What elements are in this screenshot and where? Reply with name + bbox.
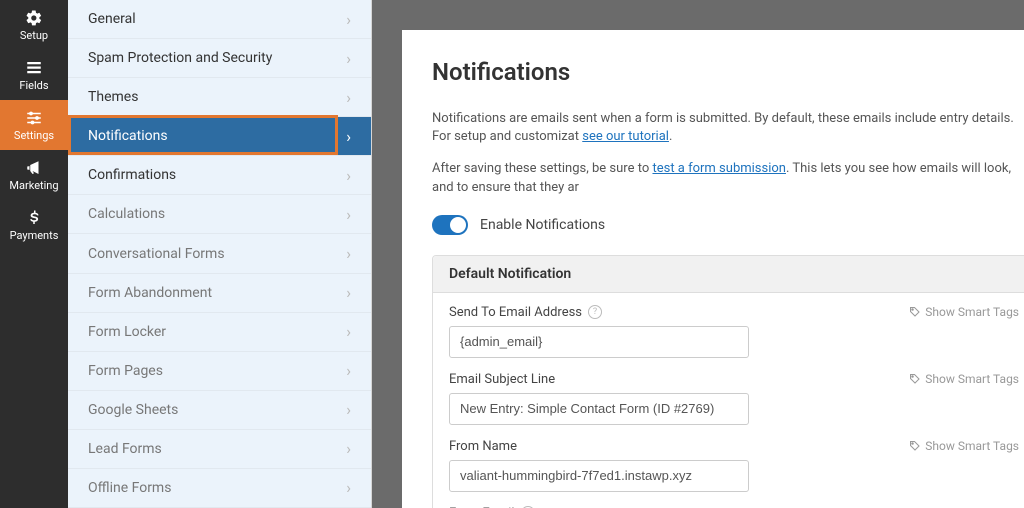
chevron-right-icon: › [346,88,351,107]
sidebar-item-label: General [88,11,136,27]
tag-icon [909,306,921,318]
iconbar-label: Marketing [9,179,58,192]
gear-icon [25,9,43,27]
smart-tags-button[interactable]: Show Smart Tags [909,372,1019,386]
sidebar-item-label: Form Abandonment [88,285,212,301]
settings-sidebar: General › Spam Protection and Security › T… [68,0,372,508]
dollar-icon [25,209,43,227]
send-to-input[interactable] [449,326,749,358]
sidebar-item-general[interactable]: General › [68,0,371,39]
main-content: Notifications Notifications are emails s… [402,30,1024,508]
subject-input[interactable] [449,393,749,425]
chevron-right-icon: › [346,10,351,29]
bullhorn-icon [25,159,43,177]
sidebar-item-spam[interactable]: Spam Protection and Security › [68,39,371,78]
tutorial-link[interactable]: see our tutorial [582,129,669,144]
iconbar-payments[interactable]: Payments [0,200,68,250]
sidebar-item-label: Conversational Forms [88,246,225,262]
sidebar-item-google-sheets[interactable]: Google Sheets › [68,391,371,430]
sidebar-item-offline-forms[interactable]: Offline Forms › [68,469,371,508]
iconbar-label: Setup [20,29,48,42]
sidebar-item-label: Lead Forms [88,441,162,457]
field-label: Send To Email Address [449,305,582,320]
sidebar-item-label: Offline Forms [88,480,171,496]
sidebar-item-calculations[interactable]: Calculations › [68,195,371,234]
sidebar-item-themes[interactable]: Themes › [68,78,371,117]
iconbar-setup[interactable]: Setup [0,0,68,50]
desc-2: After saving these settings, be sure to … [432,160,1024,196]
desc-1: Notifications are emails sent when a for… [432,110,1024,146]
iconbar-label: Settings [14,129,54,142]
sidebar-item-notifications[interactable]: Notifications › [68,117,371,156]
test-submission-link[interactable]: test a form submission [652,161,786,176]
sidebar-item-form-abandon[interactable]: Form Abandonment › [68,274,371,313]
sidebar-item-label: Form Pages [88,363,163,379]
sidebar-item-label: Calculations [88,206,165,222]
sidebar-item-form-locker[interactable]: Form Locker › [68,313,371,352]
tag-icon [909,440,921,452]
chevron-right-icon: › [346,205,351,224]
field-label: From Name [449,439,517,454]
chevron-right-icon: › [346,244,351,263]
sidebar-item-form-pages[interactable]: Form Pages › [68,352,371,391]
field-label: Email Subject Line [449,372,555,387]
page-title: Notifications [432,58,1024,86]
sidebar-item-label: Google Sheets [88,402,178,418]
iconbar: Setup Fields Settings Marketing Payments [0,0,68,508]
chevron-right-icon: › [346,283,351,302]
smart-tags-button[interactable]: Show Smart Tags [909,439,1019,453]
chevron-right-icon: › [346,361,351,380]
iconbar-fields[interactable]: Fields [0,50,68,100]
chevron-right-icon: › [346,49,351,68]
sidebar-item-label: Notifications [88,128,168,144]
toggle-label: Enable Notifications [480,217,605,233]
sidebar-item-label: Spam Protection and Security [88,50,272,66]
help-icon[interactable]: ? [588,305,602,319]
from-name-input[interactable] [449,460,749,492]
chevron-right-icon: › [346,127,351,146]
iconbar-settings[interactable]: Settings [0,100,68,150]
sidebar-item-lead-forms[interactable]: Lead Forms › [68,430,371,469]
iconbar-marketing[interactable]: Marketing [0,150,68,200]
chevron-right-icon: › [346,439,351,458]
list-icon [25,59,43,77]
iconbar-label: Fields [19,79,48,92]
chevron-right-icon: › [346,400,351,419]
sidebar-item-label: Form Locker [88,324,166,340]
tag-icon [909,373,921,385]
sidebar-item-label: Confirmations [88,167,176,183]
default-notification-panel: Default Notification Send To Email Addre… [432,255,1024,508]
chevron-right-icon: › [346,322,351,341]
sliders-icon [25,109,43,127]
sidebar-item-label: Themes [88,89,138,105]
chevron-right-icon: › [346,478,351,497]
enable-notifications-toggle[interactable] [432,215,468,235]
smart-tags-button[interactable]: Show Smart Tags [909,305,1019,319]
chevron-right-icon: › [346,166,351,185]
sidebar-item-conv-forms[interactable]: Conversational Forms › [68,234,371,273]
panel-header: Default Notification [433,256,1024,293]
iconbar-label: Payments [10,229,59,242]
sidebar-item-confirmations[interactable]: Confirmations › [68,156,371,195]
